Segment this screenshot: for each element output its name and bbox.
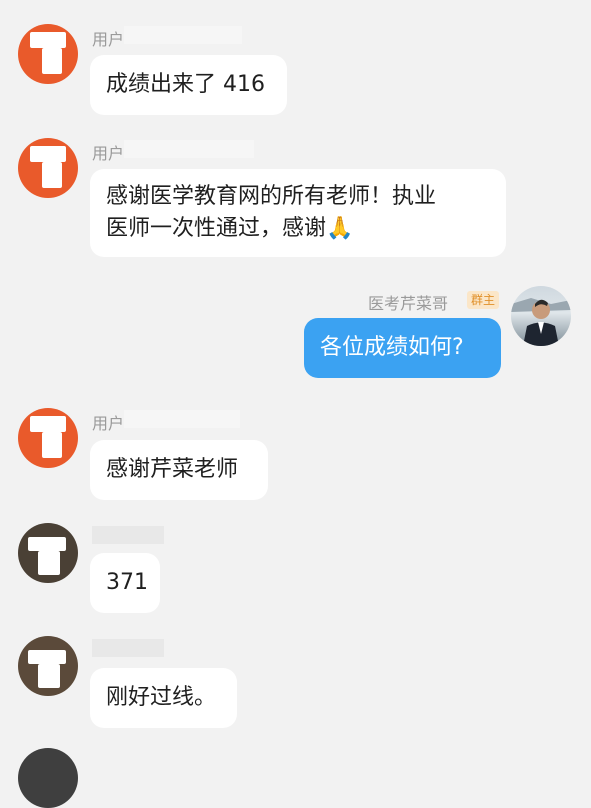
sender-name: 医考芹菜哥 [368,294,449,313]
group-owner-badge: 群主 [467,291,500,309]
message-bubble: 371 [90,553,160,613]
message-text: 371 [106,570,148,595]
user-avatar[interactable] [18,408,78,468]
message-bubble: 成绩出来了 416 [90,55,287,115]
sender-id-redaction [124,26,242,44]
sender-name: 用户 [92,144,125,163]
sender-name-redaction [92,526,164,544]
sender-name-redaction [92,639,164,657]
self-avatar[interactable] [511,286,571,346]
avatar-redaction [42,48,62,74]
user-avatar[interactable] [18,24,78,84]
user-avatar[interactable] [18,138,78,198]
avatar-redaction [30,32,66,48]
avatar-redaction [38,664,60,688]
avatar-redaction [42,432,62,458]
avatar-redaction [28,650,66,664]
avatar-redaction [38,551,60,575]
message-bubble: 感谢芹菜老师 [90,440,268,500]
message-bubble: 刚好过线。 [90,668,237,728]
sender-name: 用户 [92,414,125,433]
avatar-redaction [30,416,66,432]
avatar-redaction [30,146,66,162]
message-text: 成绩出来了 416 [106,72,265,97]
message-text: 各位成绩如何? [320,335,464,360]
message-text-line: 医师一次性通过，感谢🙏 [106,216,354,241]
avatar-redaction [28,537,66,551]
message-bubble: 感谢医学教育网的所有老师！执业 医师一次性通过，感谢🙏 [90,169,506,257]
sender-name: 用户 [92,30,125,49]
person-icon [511,298,571,346]
user-avatar[interactable] [18,636,78,696]
user-avatar[interactable] [18,748,78,808]
message-text: 感谢芹菜老师 [106,457,239,482]
sender-id-redaction [124,140,254,158]
sender-id-redaction [124,410,240,428]
message-bubble-self: 各位成绩如何? [304,318,501,378]
message-text-line: 感谢医学教育网的所有老师！执业 [106,184,437,209]
user-avatar[interactable] [18,523,78,583]
message-text: 刚好过线。 [106,685,217,710]
avatar-redaction [42,162,62,188]
